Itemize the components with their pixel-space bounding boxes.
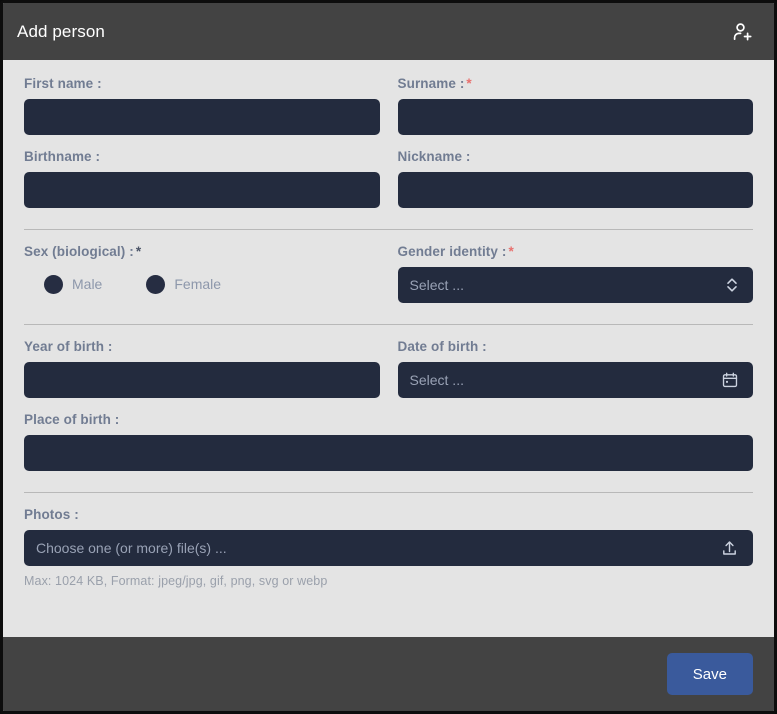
place-of-birth-input[interactable]: [24, 435, 753, 471]
birthname-field-group: Birthname :: [24, 149, 380, 222]
year-of-birth-field-group: Year of birth :: [24, 339, 380, 412]
year-of-birth-label: Year of birth :: [24, 339, 113, 354]
sex-label-text: Sex (biological) :: [24, 244, 134, 259]
sex-label: Sex (biological) : *: [24, 244, 380, 259]
sex-option-male[interactable]: Male: [44, 274, 103, 294]
sex-field-group: Sex (biological) : * Male Female: [24, 244, 380, 317]
first-name-label: First name :: [24, 76, 102, 91]
gender-identity-label-text: Gender identity :: [397, 244, 507, 259]
upload-icon[interactable]: [720, 539, 739, 558]
gender-identity-field-group: Gender identity : * Select ...: [397, 244, 754, 317]
radio-icon[interactable]: [44, 274, 63, 294]
radio-icon[interactable]: [146, 274, 166, 294]
nickname-label: Nickname :: [397, 149, 471, 164]
photos-label: Photos :: [24, 507, 79, 522]
first-name-field-group: First name :: [24, 76, 380, 149]
dialog-header: Add person: [3, 3, 774, 60]
birthname-input[interactable]: [24, 172, 380, 208]
first-name-input[interactable]: [24, 99, 380, 135]
place-of-birth-field-group: Place of birth :: [24, 412, 753, 485]
gender-identity-selected-value: Select ...: [409, 277, 464, 293]
surname-required-asterisk: *: [466, 76, 472, 91]
dialog-body: First name : Surname : * Birthname : Nic…: [3, 60, 774, 637]
dialog-footer: Save: [3, 637, 774, 711]
name-row: First name : Surname : *: [24, 76, 753, 149]
sex-gender-row: Sex (biological) : * Male Female Gender …: [24, 244, 753, 317]
photos-placeholder: Choose one (or more) file(s) ...: [36, 540, 227, 556]
photos-hint: Max: 1024 KB, Format: jpeg/jpg, gif, png…: [24, 574, 328, 588]
dialog-title: Add person: [17, 21, 105, 41]
year-of-birth-input[interactable]: [24, 362, 380, 398]
save-button[interactable]: Save: [666, 653, 753, 695]
altname-row: Birthname : Nickname :: [24, 149, 753, 222]
sex-radio-group: Male Female: [24, 267, 380, 301]
date-of-birth-value: Select ...: [409, 372, 464, 388]
sex-option-female[interactable]: Female: [146, 274, 222, 294]
nickname-input[interactable]: [397, 172, 753, 208]
birth-row: Year of birth : Date of birth : Select .…: [24, 339, 753, 412]
nickname-field-group: Nickname :: [397, 149, 753, 222]
photos-file-input[interactable]: Choose one (or more) file(s) ...: [24, 530, 753, 566]
divider-1: [24, 229, 753, 230]
sex-option-male-label: Male: [72, 276, 103, 292]
surname-field-group: Surname : *: [397, 76, 754, 149]
photos-row: Photos : Choose one (or more) file(s) ..…: [24, 507, 753, 602]
place-of-birth-label: Place of birth :: [24, 412, 120, 427]
gender-identity-label: Gender identity : *: [398, 244, 754, 259]
place-of-birth-row: Place of birth :: [24, 412, 753, 485]
add-person-dialog: Add person First name : Surname : * Birt…: [0, 0, 777, 714]
divider-2: [24, 324, 753, 325]
sex-option-female-label: Female: [174, 276, 222, 292]
photos-field-group: Photos : Choose one (or more) file(s) ..…: [24, 507, 753, 602]
divider-3: [24, 492, 753, 493]
birthname-label: Birthname :: [24, 149, 101, 164]
surname-label: Surname : *: [398, 76, 754, 91]
date-of-birth-picker[interactable]: Select ...: [397, 362, 753, 398]
gender-identity-required-asterisk: *: [508, 244, 514, 259]
date-of-birth-label: Date of birth :: [397, 339, 487, 354]
gender-identity-select[interactable]: Select ...: [397, 267, 753, 303]
calendar-icon[interactable]: [721, 371, 739, 389]
date-of-birth-field-group: Date of birth : Select ...: [397, 339, 753, 412]
surname-input[interactable]: [397, 99, 753, 135]
surname-label-text: Surname :: [397, 76, 465, 91]
chevron-up-down-icon[interactable]: [725, 276, 739, 294]
sex-required-asterisk: *: [135, 244, 142, 259]
person-add-icon: [730, 19, 756, 45]
